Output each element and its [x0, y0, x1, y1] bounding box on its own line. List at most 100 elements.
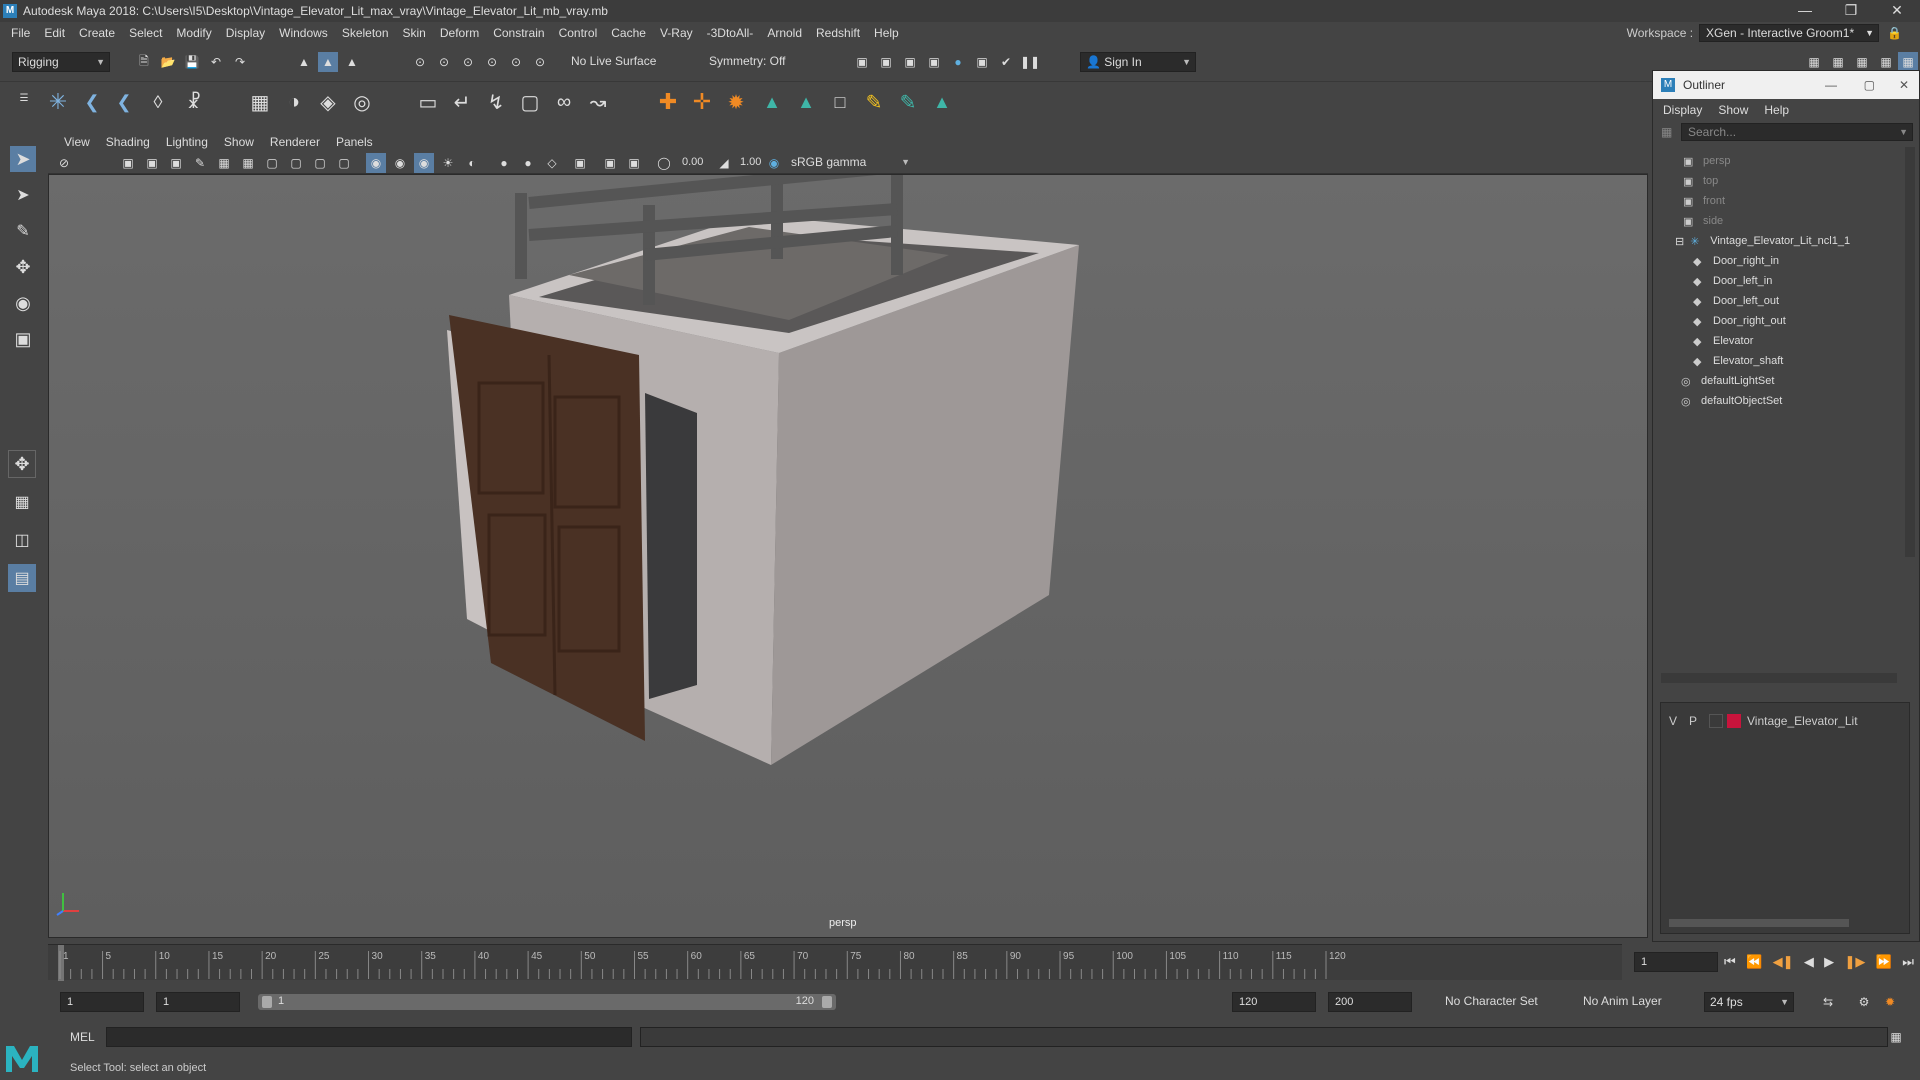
xray-icon[interactable]: ▣: [600, 153, 620, 173]
fps-dropdown[interactable]: 24 fps ▼: [1704, 992, 1794, 1012]
motion-blur-icon[interactable]: ●: [518, 153, 538, 173]
menu-set-dropdown[interactable]: Rigging ▼: [12, 52, 110, 72]
paint-select-icon[interactable]: ✎: [10, 218, 36, 244]
tool-settings-icon[interactable]: ▦: [1852, 52, 1872, 72]
exposure-icon[interactable]: ◯: [654, 153, 674, 173]
move-tool-icon[interactable]: ✥: [10, 254, 36, 280]
single-view-icon[interactable]: ✥: [8, 450, 36, 478]
select-hierarchy-icon[interactable]: ▲: [294, 52, 314, 72]
ipr-render-icon[interactable]: ▣: [900, 52, 920, 72]
cluster-icon[interactable]: ▭: [418, 92, 438, 114]
render-frame-icon[interactable]: ▣: [876, 52, 896, 72]
step-forward-frame-icon[interactable]: ❚▶: [1845, 954, 1866, 970]
script-editor-icon[interactable]: ▦: [1886, 1027, 1906, 1047]
bind-skin-icon[interactable]: ▦: [250, 92, 270, 114]
orient-constraint-icon[interactable]: ✹: [726, 92, 746, 114]
rotate-tool-icon[interactable]: ◉: [10, 290, 36, 316]
menu-create[interactable]: Create: [72, 26, 122, 40]
vray-render-icon[interactable]: ▣: [972, 52, 992, 72]
close-button[interactable]: ✕: [1874, 0, 1920, 22]
field-chart-icon[interactable]: ▢: [334, 153, 354, 173]
play-forward-icon[interactable]: ▶: [1824, 954, 1834, 970]
four-view-icon[interactable]: ▦: [8, 488, 36, 516]
pole-vector-icon[interactable]: ▲: [796, 92, 816, 112]
snap-grid-icon[interactable]: ⊙: [410, 52, 430, 72]
point-constraint-icon[interactable]: ✛: [692, 89, 712, 114]
menu-constrain[interactable]: Constrain: [486, 26, 551, 40]
select-component-icon[interactable]: ▲: [342, 52, 362, 72]
outliner-minimize-button[interactable]: —: [1825, 78, 1837, 92]
outliner-item[interactable]: ▣ front: [1653, 191, 1903, 211]
camera-attributes-icon[interactable]: ▣: [118, 153, 138, 173]
mel-label[interactable]: MEL: [70, 1030, 95, 1044]
menu-control[interactable]: Control: [552, 26, 605, 40]
symmetry-dropdown[interactable]: Symmetry: Off: [704, 52, 804, 72]
snap-surface-icon[interactable]: ⊙: [506, 52, 526, 72]
viewport-menu-panels[interactable]: Panels: [328, 135, 381, 149]
outliner-item[interactable]: ▣ side: [1653, 211, 1903, 231]
expand-toggle-icon[interactable]: ⊟: [1675, 235, 1684, 248]
blend-shape-icon[interactable]: ∞: [554, 91, 574, 113]
lasso-tool-icon[interactable]: ➤: [10, 182, 36, 208]
aim-constraint-icon[interactable]: ▲: [762, 92, 782, 112]
step-back-frame-icon[interactable]: ◀❚: [1773, 954, 1794, 970]
wireframe-shaded-icon[interactable]: ◉: [390, 153, 410, 173]
gate-mask-icon[interactable]: ▢: [310, 153, 330, 173]
loop-icon[interactable]: ⇆: [1818, 992, 1838, 1012]
xray-joints-icon[interactable]: ▣: [624, 153, 644, 173]
filter-icon[interactable]: ▦: [1661, 125, 1672, 139]
exposure-field[interactable]: 0.00: [676, 153, 716, 173]
menu-3dtoall[interactable]: -3DtoAll-: [700, 26, 761, 40]
resolution-gate-icon[interactable]: ▢: [286, 153, 306, 173]
sign-in-dropdown[interactable]: 👤 Sign In ▼: [1080, 52, 1196, 72]
menu-redshift[interactable]: Redshift: [809, 26, 867, 40]
outliner-hscrollbar[interactable]: [1661, 673, 1897, 683]
layer-playback-toggle[interactable]: P: [1689, 714, 1709, 728]
layer-color-swatch[interactable]: [1727, 714, 1741, 728]
view-transform-dropdown[interactable]: sRGB gamma ▼: [786, 153, 914, 173]
range-slider-end-handle[interactable]: [822, 996, 832, 1008]
menu-arnold[interactable]: Arnold: [760, 26, 809, 40]
outliner-item[interactable]: ◆ Elevator: [1653, 331, 1903, 351]
locator-icon[interactable]: □: [830, 92, 850, 112]
menu-cache[interactable]: Cache: [604, 26, 653, 40]
outliner-close-button[interactable]: ✕: [1899, 78, 1909, 92]
outliner-item[interactable]: ◆ Door_left_out: [1653, 291, 1903, 311]
step-back-key-icon[interactable]: ⏪: [1746, 954, 1762, 970]
outliner-search-input[interactable]: Search... ▼: [1681, 123, 1913, 141]
use-lights-icon[interactable]: ☀: [438, 153, 458, 173]
current-frame-field[interactable]: 1: [1634, 952, 1718, 972]
vray-ipr-icon[interactable]: ✔: [996, 52, 1016, 72]
range-slider[interactable]: 1 120: [258, 994, 836, 1010]
character-set-dropdown[interactable]: No Character Set: [1440, 992, 1550, 1012]
step-forward-key-icon[interactable]: ⏩: [1876, 954, 1892, 970]
snap-point-icon[interactable]: ⊙: [458, 52, 478, 72]
outliner-item[interactable]: ◆ Elevator_shaft: [1653, 351, 1903, 371]
snap-curve-icon[interactable]: ⊙: [434, 52, 454, 72]
new-scene-icon[interactable]: 🗎: [134, 52, 154, 72]
menu-select[interactable]: Select: [122, 26, 169, 40]
select-object-icon[interactable]: ▲: [318, 52, 338, 72]
channel-box-icon[interactable]: ▦: [1876, 52, 1896, 72]
menu-deform[interactable]: Deform: [433, 26, 486, 40]
snap-vertex-icon[interactable]: ⊙: [530, 52, 550, 72]
joint-tool-icon[interactable]: ✳: [48, 89, 68, 114]
viewport-menu-renderer[interactable]: Renderer: [262, 135, 328, 149]
playback-start-field[interactable]: 1: [156, 992, 240, 1012]
viewport-menu-lighting[interactable]: Lighting: [158, 135, 216, 149]
outliner-item[interactable]: ◆ Door_right_in: [1653, 251, 1903, 271]
lattice-icon[interactable]: ◎: [352, 92, 372, 114]
end-time-field[interactable]: 200: [1328, 992, 1412, 1012]
textured-icon[interactable]: ◉: [414, 153, 434, 173]
outliner-scrollbar[interactable]: [1905, 147, 1915, 557]
pause-icon[interactable]: ❚❚: [1020, 52, 1040, 72]
minimize-button[interactable]: —: [1782, 0, 1828, 22]
undo-icon[interactable]: ↶: [206, 52, 226, 72]
menu-skin[interactable]: Skin: [396, 26, 433, 40]
image-plane-icon[interactable]: ▣: [166, 153, 186, 173]
bookmark-icon[interactable]: ▣: [142, 153, 162, 173]
viewport-menu-show[interactable]: Show: [216, 135, 262, 149]
start-time-field[interactable]: 1: [60, 992, 144, 1012]
outliner-menu-show[interactable]: Show: [1718, 103, 1748, 117]
outliner-item[interactable]: ◎ defaultLightSet: [1653, 371, 1903, 391]
